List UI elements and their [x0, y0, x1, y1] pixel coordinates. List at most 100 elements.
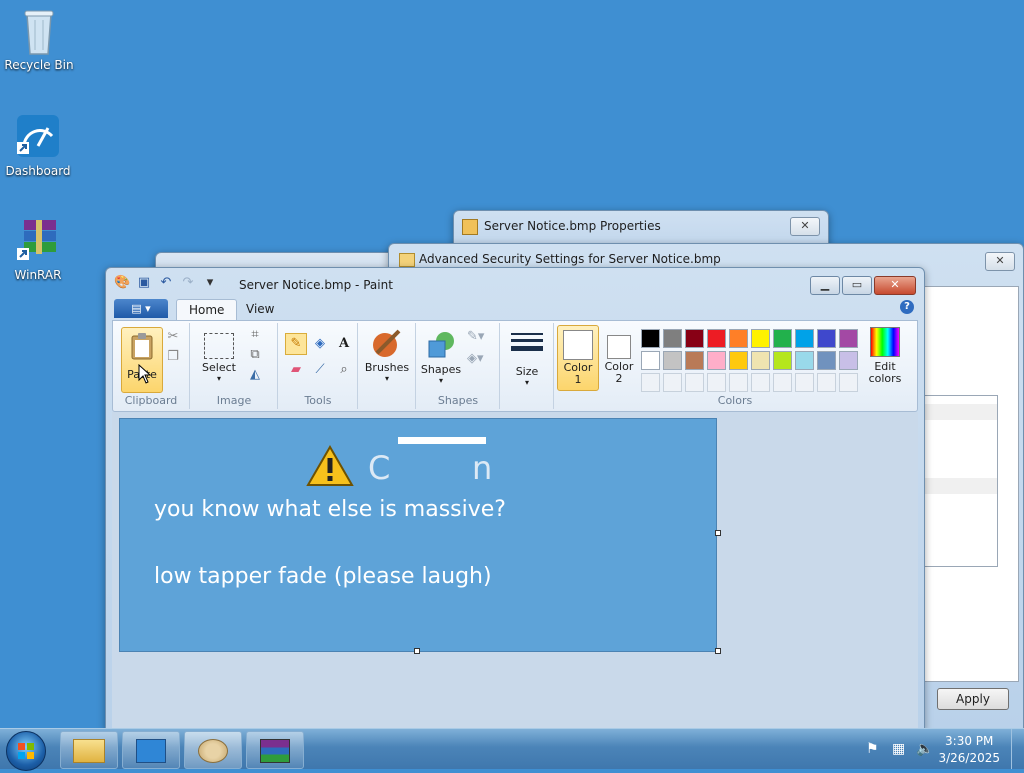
- brushes-label: Brushes: [364, 361, 410, 374]
- recycle-bin-icon: [15, 6, 63, 55]
- palette-swatch[interactable]: [663, 329, 682, 348]
- palette-swatch[interactable]: [773, 329, 792, 348]
- palette-swatch[interactable]: [751, 329, 770, 348]
- paint-titlebar[interactable]: Server Notice.bmp - Paint: [106, 268, 924, 298]
- paint-window-title: Server Notice.bmp - Paint: [239, 278, 393, 292]
- drawing-canvas[interactable]: C n you know what else is massive? low t…: [119, 418, 717, 652]
- custom-color-slot[interactable]: [707, 373, 726, 392]
- select-button[interactable]: Select ▾: [197, 329, 241, 383]
- palette-swatch[interactable]: [795, 351, 814, 370]
- canvas-text-line-2: low tapper fade (please laugh): [154, 564, 492, 589]
- desktop-icon-winrar[interactable]: WinRAR: [0, 216, 76, 282]
- edit-colors-label: Edit colors: [868, 360, 902, 385]
- resize-handle-corner[interactable]: [715, 648, 721, 654]
- paint-menu-button[interactable]: ▤ ▾: [114, 299, 168, 318]
- apply-button[interactable]: Apply: [937, 688, 1009, 710]
- eraser-icon[interactable]: ▰: [285, 359, 307, 381]
- taskbar-server-manager[interactable]: [122, 731, 180, 769]
- network-icon[interactable]: ▦: [892, 741, 905, 757]
- tab-view[interactable]: View: [234, 299, 286, 320]
- list-item[interactable]: [925, 478, 997, 494]
- text-icon[interactable]: A: [333, 333, 355, 355]
- palette-swatch[interactable]: [751, 351, 770, 370]
- palette-swatch[interactable]: [773, 351, 792, 370]
- edit-colors-button[interactable]: Edit colors: [863, 327, 907, 385]
- image-group-label: Image: [216, 394, 252, 407]
- brushes-button[interactable]: Brushes ▾: [361, 327, 413, 383]
- custom-color-slot[interactable]: [729, 373, 748, 392]
- size-button[interactable]: Size ▾: [505, 329, 549, 387]
- shapes-icon: [425, 329, 457, 361]
- custom-color-slot[interactable]: [817, 373, 836, 392]
- palette-swatch[interactable]: [839, 351, 858, 370]
- palette-swatch[interactable]: [729, 351, 748, 370]
- palette-swatch[interactable]: [685, 329, 704, 348]
- copy-icon[interactable]: ❐: [165, 349, 181, 365]
- permission-list[interactable]: [924, 395, 998, 567]
- properties-window-titlebar[interactable]: Server Notice.bmp Properties ✕: [454, 211, 828, 241]
- palette-swatch[interactable]: [663, 351, 682, 370]
- chevron-down-icon: ▾: [384, 374, 389, 383]
- custom-color-slot[interactable]: [663, 373, 682, 392]
- desktop-icon-recycle-bin[interactable]: Recycle Bin: [1, 6, 77, 72]
- close-button[interactable]: ✕: [985, 252, 1015, 271]
- close-button[interactable]: ✕: [874, 276, 916, 295]
- winrar-icon: [260, 739, 290, 763]
- select-icon: [204, 333, 234, 359]
- taskbar-explorer[interactable]: [60, 731, 118, 769]
- canvas-text-line-1: you know what else is massive?: [154, 497, 506, 522]
- palette-swatch[interactable]: [817, 329, 836, 348]
- custom-color-slot[interactable]: [795, 373, 814, 392]
- color-picker-icon[interactable]: ⟋: [309, 359, 331, 381]
- palette-swatch[interactable]: [707, 351, 726, 370]
- custom-color-slot[interactable]: [839, 373, 858, 392]
- help-icon[interactable]: ?: [900, 300, 914, 314]
- fill-icon[interactable]: ◈: [309, 333, 331, 355]
- rotate-icon[interactable]: ◭: [247, 367, 263, 383]
- start-button[interactable]: [6, 731, 46, 771]
- custom-color-slot[interactable]: [751, 373, 770, 392]
- taskbar-winrar[interactable]: [246, 731, 304, 769]
- custom-color-slot[interactable]: [685, 373, 704, 392]
- magnifier-icon[interactable]: ⌕: [333, 359, 355, 381]
- resize-handle-right[interactable]: [715, 530, 721, 536]
- palette-swatch[interactable]: [817, 351, 836, 370]
- minimize-button[interactable]: ▁: [810, 276, 840, 295]
- palette-swatch[interactable]: [729, 329, 748, 348]
- palette-swatch[interactable]: [795, 329, 814, 348]
- palette-swatch[interactable]: [839, 329, 858, 348]
- color-2-button[interactable]: Color 2: [601, 325, 637, 389]
- maximize-button[interactable]: ▭: [842, 276, 872, 295]
- crop-icon[interactable]: ⌗: [247, 327, 263, 343]
- cut-icon[interactable]: ✂: [165, 329, 181, 345]
- desktop-icon-label: Dashboard: [5, 164, 71, 178]
- custom-color-slot[interactable]: [641, 373, 660, 392]
- show-desktop-button[interactable]: [1011, 729, 1024, 769]
- tab-home[interactable]: Home: [176, 299, 238, 321]
- custom-color-slot[interactable]: [773, 373, 792, 392]
- shapes-button[interactable]: Shapes ▾: [419, 329, 463, 385]
- action-center-flag-icon[interactable]: ⚑: [866, 741, 879, 757]
- palette-swatch[interactable]: [685, 351, 704, 370]
- canvas-workspace[interactable]: C n you know what else is massive? low t…: [112, 412, 918, 730]
- resize-icon[interactable]: ⧉: [247, 347, 263, 363]
- color-wheel-icon: [870, 327, 900, 357]
- taskbar-paint[interactable]: [184, 731, 242, 769]
- clock[interactable]: 3:30 PM 3/26/2025: [938, 733, 1000, 767]
- paint-window[interactable]: 🎨 ▣ ↶ ↷ ▾ Server Notice.bmp - Paint ▁ ▭ …: [105, 267, 925, 731]
- fill-shape-icon[interactable]: ◈▾: [467, 351, 484, 367]
- color-1-button[interactable]: Color 1: [557, 325, 599, 391]
- list-item[interactable]: [925, 404, 997, 420]
- resize-handle-bottom[interactable]: [414, 648, 420, 654]
- desktop-icon-dashboard[interactable]: Dashboard: [0, 112, 76, 178]
- pencil-icon[interactable]: ✎: [285, 333, 307, 355]
- palette-swatch[interactable]: [707, 329, 726, 348]
- outline-icon[interactable]: ✎▾: [467, 329, 484, 345]
- security-window-body: [923, 286, 1019, 682]
- server-manager-icon: [136, 739, 166, 763]
- close-button[interactable]: ✕: [790, 217, 820, 236]
- palette-swatch[interactable]: [641, 351, 660, 370]
- palette-swatch[interactable]: [641, 329, 660, 348]
- clock-date: 3/26/2025: [938, 751, 1000, 765]
- volume-muted-icon[interactable]: 🔈: [916, 741, 933, 757]
